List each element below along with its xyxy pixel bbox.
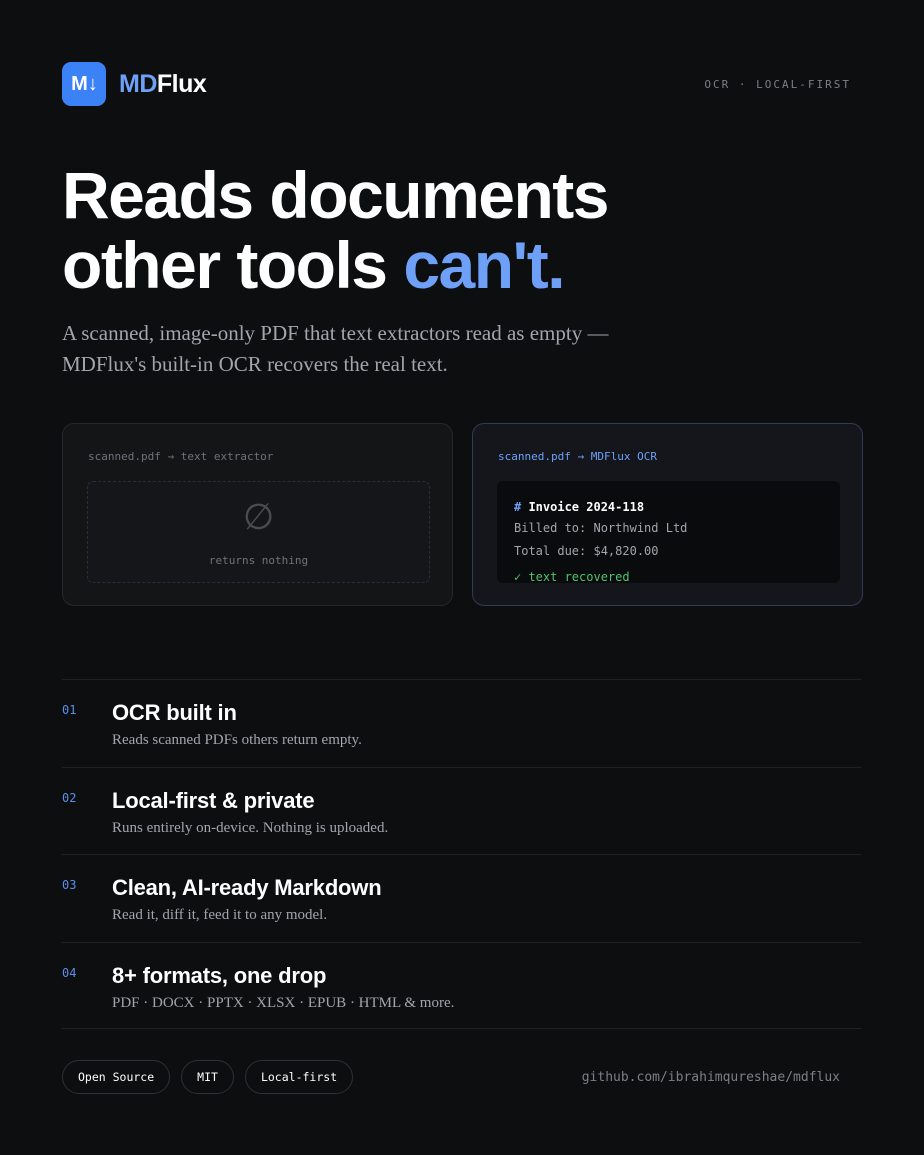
badge-mit[interactable]: MIT <box>181 1060 234 1094</box>
feature-desc: Read it, diff it, feed it to any model. <box>112 907 328 923</box>
feature-list: 01 OCR built in Reads scanned PDFs other… <box>62 679 862 1029</box>
footer: Open Source MIT Local-first github.com/i… <box>62 1060 862 1094</box>
feature-number: 04 <box>62 965 77 980</box>
feature-desc: PDF · DOCX · PPTX · XLSX · EPUB · HTML &… <box>112 994 455 1011</box>
hero-subtitle: A scanned, image-only PDF that text extr… <box>62 318 662 380</box>
ocr-status: ✓ text recovered <box>514 570 630 583</box>
repo-link[interactable]: github.com/ibrahimqureshae/mdflux <box>582 1070 840 1085</box>
brand-name: MDFlux <box>119 69 207 99</box>
logo-arrow: ↓ <box>87 72 98 95</box>
brand-md: MD <box>119 69 157 98</box>
feature-item: 03 Clean, AI-ready Markdown Read it, dif… <box>62 854 862 942</box>
ocr-heading: # Invoice 2024-118 <box>514 500 644 514</box>
feature-title: Clean, AI-ready Markdown <box>112 875 382 900</box>
extractor-card-label: scanned.pdf → text extractor <box>88 450 274 463</box>
hero-title-line1: Reads documents <box>62 158 609 232</box>
badge-open-source[interactable]: Open Source <box>62 1060 171 1094</box>
ocr-line-billed: Billed to: Northwind Ltd <box>514 521 688 535</box>
empty-result-box: ∅ returns nothing <box>87 481 430 583</box>
feature-item: 04 8+ formats, one drop PDF · DOCX · PPT… <box>62 941 862 1029</box>
hero-subtitle-line2: MDFlux's built-in OCR recovers the real … <box>62 352 448 376</box>
hero-title: Reads documents other tools can't. <box>62 160 762 300</box>
header: M ↓ MDFlux OCR · LOCAL-FIRST <box>62 62 862 106</box>
logo-letter: M <box>71 72 88 95</box>
feature-number: 01 <box>62 703 77 717</box>
empty-set-icon: ∅ <box>242 497 275 538</box>
feature-title: Local-first & private <box>112 787 315 813</box>
feature-number: 03 <box>62 878 77 892</box>
hero-title-accent: can't. <box>403 228 565 302</box>
landing-page: M ↓ MDFlux OCR · LOCAL-FIRST Reads docume… <box>62 0 863 1155</box>
feature-number: 02 <box>62 790 77 805</box>
hero-subtitle-line1: A scanned, image-only PDF that text extr… <box>62 321 609 345</box>
feature-title: OCR built in <box>112 700 237 725</box>
ocr-card: scanned.pdf → MDFlux OCR # Invoice 2024-… <box>472 423 863 606</box>
feature-desc: Runs entirely on-device. Nothing is uplo… <box>112 819 389 836</box>
ocr-heading-text: Invoice 2024-118 <box>521 500 645 514</box>
hero-title-line2: other tools <box>62 228 404 302</box>
brand-flux: Flux <box>156 69 207 98</box>
ocr-line-total: Total due: $4,820.00 <box>514 544 659 558</box>
badge-local-first[interactable]: Local-first <box>244 1060 354 1094</box>
ocr-card-label: scanned.pdf → MDFlux OCR <box>498 450 657 463</box>
ocr-result-box: # Invoice 2024-118 Billed to: Northwind … <box>497 481 840 583</box>
feature-desc: Reads scanned PDFs others return empty. <box>112 732 362 748</box>
feature-item: 01 OCR built in Reads scanned PDFs other… <box>62 679 862 767</box>
feature-title: 8+ formats, one drop <box>112 962 327 988</box>
empty-result-text: returns nothing <box>208 554 309 567</box>
feature-item: 02 Local-first & private Runs entirely o… <box>62 766 862 855</box>
logo-icon: M ↓ <box>62 62 106 106</box>
header-tagline: OCR · LOCAL-FIRST <box>704 77 851 91</box>
extractor-card: scanned.pdf → text extractor ∅ returns n… <box>62 423 453 606</box>
